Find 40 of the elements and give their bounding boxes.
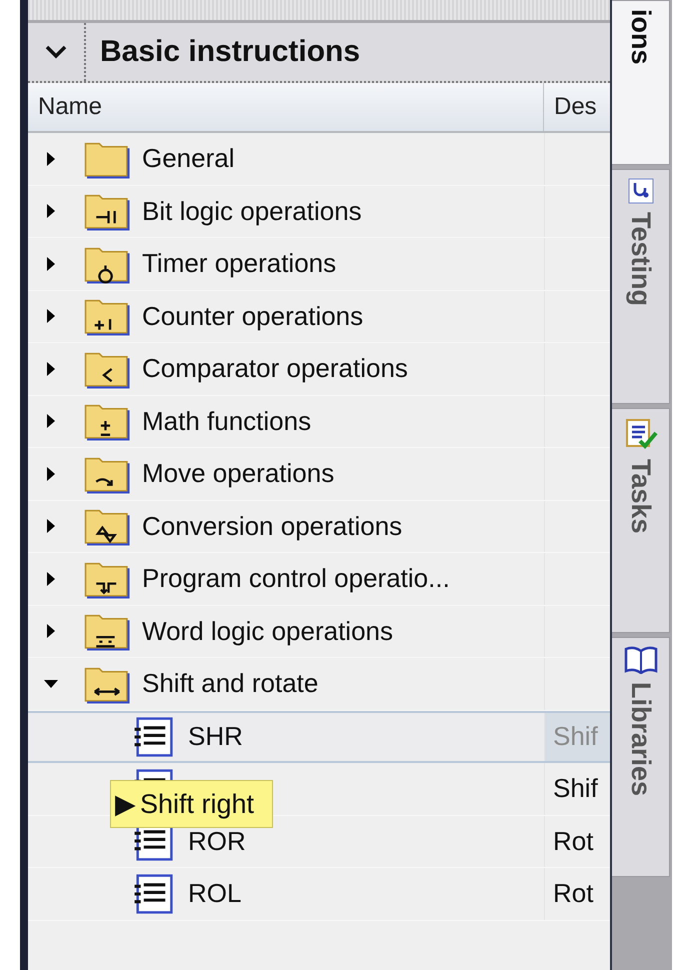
instruction-name: ROR xyxy=(188,826,246,857)
tree-item[interactable]: Bit logic operations xyxy=(28,186,610,238)
description-cell: Shif xyxy=(545,712,610,761)
side-tab[interactable]: ions xyxy=(612,0,670,165)
column-header[interactable]: Des xyxy=(544,83,610,131)
side-tab[interactable]: Testing xyxy=(612,169,670,404)
folder-label: Shift and rotate xyxy=(142,668,318,700)
panel-title: Basic instructions xyxy=(99,35,360,69)
tree-item[interactable]: Comparator operations xyxy=(28,343,610,396)
tree-item[interactable]: Timer operations xyxy=(28,238,610,290)
tree-item[interactable]: Math functions xyxy=(28,396,610,448)
folder-label: Conversion operations xyxy=(142,510,402,542)
instruction-name: SHR xyxy=(188,721,243,752)
folder-label: Comparator operations xyxy=(142,353,408,384)
folder-label: Counter operations xyxy=(142,300,364,332)
tree-item[interactable]: General xyxy=(28,133,610,186)
folder-label: Move operations xyxy=(142,458,334,490)
side-tab[interactable]: Libraries xyxy=(612,637,670,877)
tree-item[interactable]: Counter operations xyxy=(28,290,610,343)
column-header[interactable]: Name xyxy=(28,83,544,131)
folder-label: Timer operations xyxy=(142,248,336,280)
side-tab[interactable]: Tasks xyxy=(612,408,670,633)
tree-item[interactable]: Word logic operations xyxy=(28,606,610,658)
book-icon xyxy=(624,646,658,674)
description-cell-text: Rot xyxy=(552,824,594,858)
folder-label: Bit logic operations xyxy=(142,196,362,227)
instruction-name: ROL xyxy=(188,878,242,910)
description-cell-text: Shif xyxy=(552,772,599,806)
folder-label: Word logic operations xyxy=(142,616,393,647)
chevron-icon xyxy=(45,45,67,59)
tree-item[interactable]: Program control operatio... xyxy=(28,553,610,606)
tree-item[interactable]: Move operations xyxy=(28,448,610,500)
instruction-row[interactable]: ROL Rot xyxy=(28,868,610,920)
instruction-row[interactable]: SHR Shif xyxy=(28,710,610,763)
folder-label: General xyxy=(142,143,234,174)
description-cell-text: Rot xyxy=(552,877,594,910)
tree-item[interactable]: Conversion operations xyxy=(28,500,610,553)
folder-label: Math functions xyxy=(142,406,312,437)
checklist-icon xyxy=(624,417,658,451)
folder-label: Program control operatio... xyxy=(142,563,450,594)
